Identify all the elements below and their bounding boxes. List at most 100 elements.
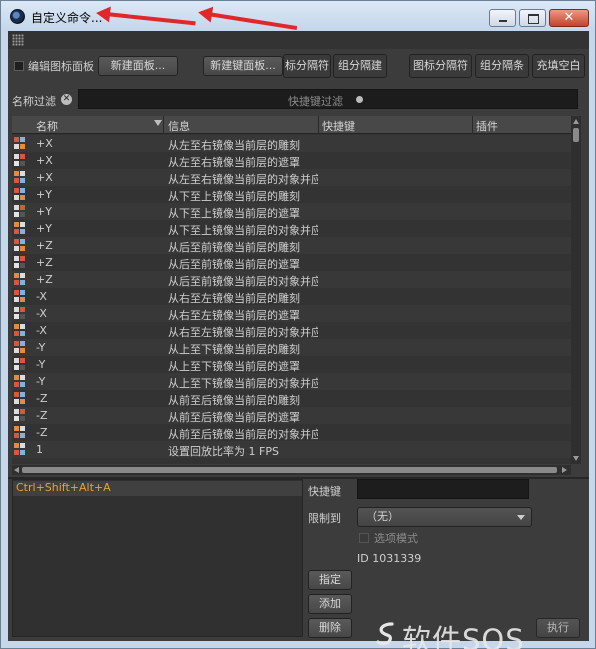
window-frame: 自定义命令... ✕ 编辑图标面板 新建面板... 新建键面板... 标分隔符 … — [0, 0, 596, 649]
assign-button[interactable]: 指定 — [308, 570, 352, 590]
restrict-to-label: 限制到 — [308, 512, 341, 525]
fill-blank-button[interactable]: 充填空白 — [532, 54, 585, 78]
table-row[interactable]: -Z 从前至后镜像当前层的对象并应 — [12, 424, 571, 441]
table-row[interactable]: -Y 从上至下镜像当前层的遮罩 — [12, 356, 571, 373]
cell-info: 从上至下镜像当前层的对象并应 — [168, 377, 318, 390]
table-row[interactable]: +Y 从下至上镜像当前层的雕刻 — [12, 186, 571, 203]
command-id: ID 1031339 — [357, 552, 422, 565]
maximize-button[interactable] — [519, 9, 546, 27]
title-bar[interactable]: 自定义命令... ✕ — [1, 1, 595, 31]
grip-icon[interactable] — [12, 34, 24, 46]
table-row[interactable]: -Z 从前至后镜像当前层的遮罩 — [12, 407, 571, 424]
edit-palette-label: 编辑图标面板 — [28, 60, 94, 73]
delete-button[interactable]: 删除 — [308, 618, 352, 638]
vertical-scroll-thumb[interactable] — [573, 128, 579, 142]
table-row[interactable]: +X 从左至右镜像当前层的雕刻 — [12, 135, 571, 152]
cell-name: +X — [36, 137, 53, 150]
execute-button[interactable]: 执行 — [536, 618, 580, 638]
new-shortcut-palette-button[interactable]: 新建键面板... — [203, 56, 283, 76]
cell-name: +X — [36, 154, 53, 167]
mirror-obj-icon — [14, 324, 25, 337]
annotation-arrow-right — [207, 12, 298, 31]
table-row[interactable]: +Z 从后至前镜像当前层的对象并应 — [12, 271, 571, 288]
shortcut-filter-ghost-text: 快捷键过滤 — [288, 95, 343, 108]
cell-info: 从下至上镜像当前层的遮罩 — [168, 207, 300, 220]
cell-info: 从后至前镜像当前层的雕刻 — [168, 241, 300, 254]
shortcut-filter-clear-icon[interactable] — [356, 96, 363, 103]
table-horizontal-scrollbar[interactable] — [12, 465, 571, 475]
cell-info: 从下至上镜像当前层的雕刻 — [168, 190, 300, 203]
chevron-down-icon — [517, 515, 525, 520]
table-row[interactable]: -Y 从上至下镜像当前层的雕刻 — [12, 339, 571, 356]
window-title: 自定义命令... — [31, 11, 103, 25]
column-separator — [163, 116, 164, 134]
cell-info: 设置回放比率为 1 FPS — [168, 445, 279, 458]
cell-name: -Y — [36, 375, 46, 388]
clear-filter-icon[interactable]: ✕ — [61, 94, 72, 105]
table-row[interactable]: +Z 从后至前镜像当前层的遮罩 — [12, 254, 571, 271]
table-row[interactable]: +Y 从下至上镜像当前层的对象并应 — [12, 220, 571, 237]
cell-name: 1 — [36, 443, 43, 456]
scroll-right-icon[interactable] — [562, 467, 567, 473]
cell-name: +Y — [36, 205, 52, 218]
command-table: 名称 信息 快捷键 插件 +X 从左至右镜像当前层的雕刻 +X 从左至右镜像当前层的遮… — [12, 116, 571, 464]
table-vertical-scrollbar[interactable] — [571, 116, 581, 464]
mirror-obj-icon — [14, 375, 25, 388]
mirror-mask-icon — [14, 154, 25, 167]
close-button[interactable]: ✕ — [549, 9, 589, 27]
table-row[interactable]: +Y 从下至上镜像当前层的遮罩 — [12, 203, 571, 220]
table-row[interactable]: -Y 从上至下镜像当前层的对象并应 — [12, 373, 571, 390]
table-row[interactable]: -X 从右至左镜像当前层的对象并应 — [12, 322, 571, 339]
icon-separator-button[interactable]: 图标分隔符 — [409, 54, 472, 78]
grip-strip[interactable] — [8, 31, 589, 49]
assigned-shortcut-list: Ctrl+Shift+Alt+A — [12, 479, 303, 637]
watermark-logo-icon — [376, 622, 394, 646]
cell-name: -Z — [36, 426, 48, 439]
assigned-shortcut-item[interactable]: Ctrl+Shift+Alt+A — [13, 481, 302, 496]
name-filter-label: 名称过滤 — [12, 95, 56, 108]
shortcut-input[interactable] — [357, 479, 529, 499]
table-row[interactable]: -X 从右至左镜像当前层的遮罩 — [12, 305, 571, 322]
cell-name: -X — [36, 324, 47, 337]
table-row[interactable]: -X 从右至左镜像当前层的雕刻 — [12, 288, 571, 305]
table-row[interactable]: +Z 从后至前镜像当前层的雕刻 — [12, 237, 571, 254]
table-row[interactable]: 1 设置回放比率为 1 FPS — [12, 441, 571, 458]
mirror-sculpt-icon — [14, 239, 25, 252]
scroll-up-icon[interactable] — [573, 119, 579, 124]
new-palette-button[interactable]: 新建面板... — [98, 56, 178, 76]
cell-info: 从左至右镜像当前层的雕刻 — [168, 139, 300, 152]
annotation-arrow-left — [105, 12, 196, 26]
add-button[interactable]: 添加 — [308, 594, 352, 614]
group-separator-button[interactable]: 组分隔建 — [333, 54, 387, 78]
column-header-name[interactable]: 名称 — [36, 118, 58, 134]
column-header-shortcut[interactable]: 快捷键 — [322, 118, 355, 134]
cell-name: -Y — [36, 341, 46, 354]
group-divider-button[interactable]: 组分隔条 — [475, 54, 529, 78]
scroll-down-icon[interactable] — [573, 456, 579, 461]
cell-info: 从右至左镜像当前层的雕刻 — [168, 292, 300, 305]
cell-info: 从后至前镜像当前层的遮罩 — [168, 258, 300, 271]
cell-info: 从前至后镜像当前层的雕刻 — [168, 394, 300, 407]
mirror-mask-icon — [14, 358, 25, 371]
cell-name: -Z — [36, 392, 48, 405]
column-header-plugin[interactable]: 插件 — [476, 118, 498, 134]
table-row[interactable]: +X 从左至右镜像当前层的对象并应 — [12, 169, 571, 186]
option-mode-checkbox[interactable] — [359, 533, 369, 543]
cell-info: 从右至左镜像当前层的遮罩 — [168, 309, 300, 322]
mirror-mask-icon — [14, 205, 25, 218]
minimize-button[interactable] — [489, 9, 516, 27]
scroll-left-icon[interactable] — [14, 467, 19, 473]
horizontal-scroll-thumb[interactable] — [22, 467, 557, 473]
table-row[interactable]: +X 从左至右镜像当前层的遮罩 — [12, 152, 571, 169]
sort-desc-icon[interactable] — [154, 120, 162, 126]
mirror-sculpt-icon — [14, 290, 25, 303]
table-row[interactable]: -Z 从前至后镜像当前层的雕刻 — [12, 390, 571, 407]
cell-name: -Z — [36, 409, 48, 422]
cell-name: +Z — [36, 239, 53, 252]
column-header-info[interactable]: 信息 — [168, 118, 190, 134]
edit-palette-checkbox[interactable] — [14, 61, 24, 71]
tab-separator-button[interactable]: 标分隔符 — [283, 54, 331, 78]
shortcut-label: 快捷键 — [308, 485, 341, 498]
cell-name: +Z — [36, 256, 53, 269]
restrict-to-select[interactable]: （无） — [357, 507, 532, 527]
